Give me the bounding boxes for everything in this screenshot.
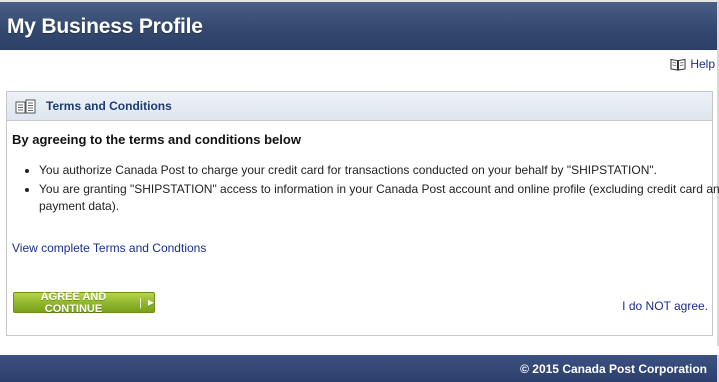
- footer-bar: © 2015 Canada Post Corporation: [0, 355, 719, 382]
- terms-list: You authorize Canada Post to charge your…: [12, 162, 719, 217]
- help-link[interactable]: Help: [670, 57, 715, 71]
- copyright-text: © 2015 Canada Post Corporation: [520, 362, 707, 376]
- list-item: You are granting "SHIPSTATION" access to…: [39, 181, 719, 215]
- book-icon: [670, 58, 686, 71]
- document-icon: [15, 99, 37, 114]
- agree-button-label: AGREE AND CONTINUE: [40, 290, 107, 315]
- agree-and-continue-button[interactable]: AGREE AND CONTINUE | ▶: [13, 290, 155, 315]
- main-content: Help Terms and Conditions By agreeing to: [0, 48, 719, 346]
- play-arrow-icon: ▶: [147, 298, 154, 307]
- terms-panel: Terms and Conditions By agreeing to the …: [6, 91, 719, 336]
- agreement-heading: By agreeing to the terms and conditions …: [12, 132, 301, 147]
- panel-title: Terms and Conditions: [46, 99, 172, 113]
- button-separator: |: [138, 296, 142, 309]
- page-title: My Business Profile: [7, 15, 203, 38]
- help-label: Help: [690, 57, 715, 71]
- list-item: You authorize Canada Post to charge your…: [39, 162, 719, 179]
- header-bar: My Business Profile: [0, 0, 719, 50]
- do-not-agree-link[interactable]: I do NOT agree.: [622, 299, 708, 313]
- panel-header: Terms and Conditions: [7, 92, 712, 121]
- view-terms-link[interactable]: View complete Terms and Condtions: [12, 241, 206, 255]
